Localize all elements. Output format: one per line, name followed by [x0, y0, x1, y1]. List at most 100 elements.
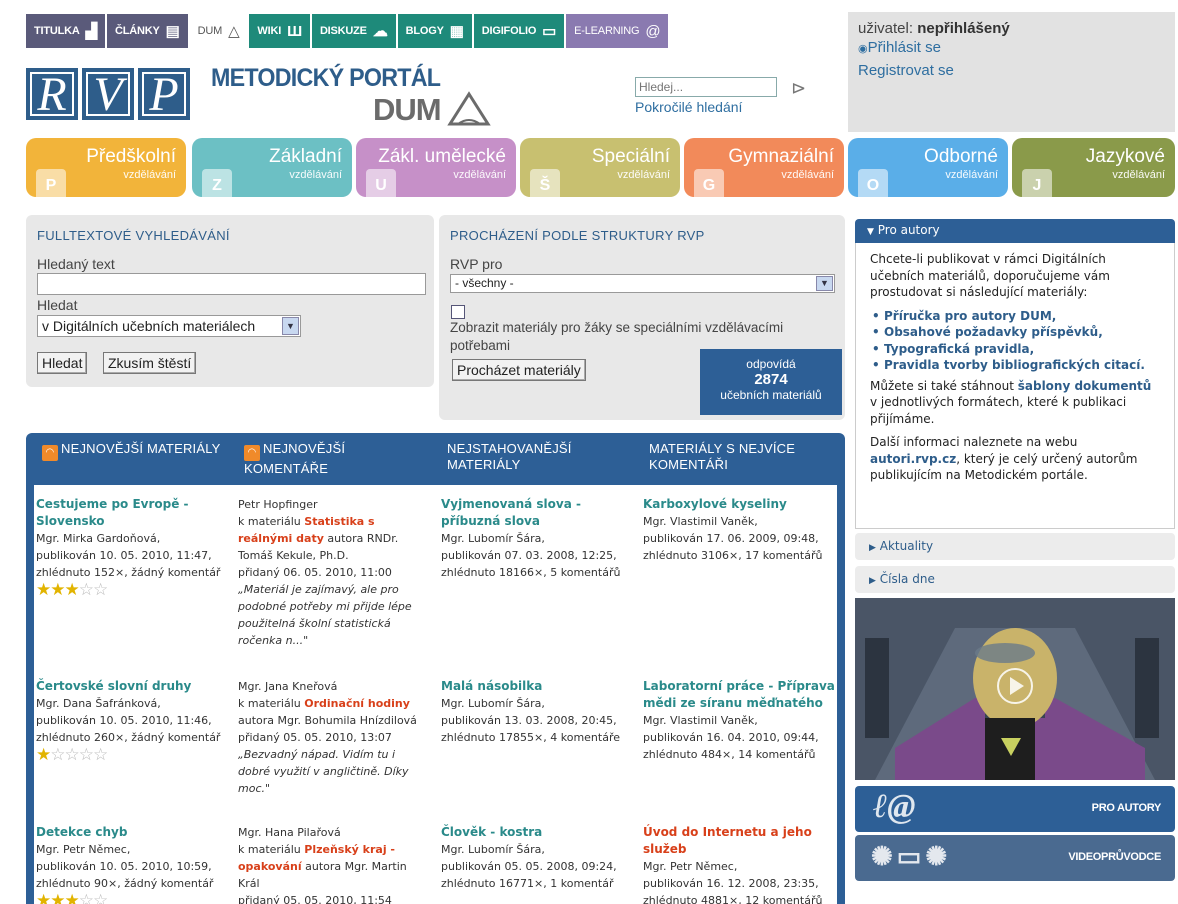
play-icon[interactable] [1003, 674, 1027, 698]
fulltext-input[interactable] [37, 273, 426, 295]
autori-site-link[interactable]: autori.rvp.cz [870, 452, 956, 466]
search-scope-select[interactable]: v Digitálních učebních materiálech ▼ [37, 315, 301, 337]
rating-stars: ★★★☆☆ [36, 892, 231, 904]
content-requirements-link[interactable]: Obsahové požadavky příspěvků, [884, 325, 1103, 339]
templates-link[interactable]: šablony dokumentů [1018, 379, 1152, 393]
nav-tab-label: BLOGY [405, 25, 444, 37]
comment-quote: „Materiál je zajímavý, ale pro podobné p… [238, 583, 412, 647]
templates-paragraph: Můžete si také stáhnout šablony dokument… [870, 378, 1160, 428]
most-downloaded-header: NEJSTAHOVANĚJŠÍ MATERIÁLY [447, 441, 627, 473]
category-specialni[interactable]: Speciální vzdělávání Š [520, 138, 680, 197]
aktuality-toggle[interactable]: ▶ Aktuality [855, 533, 1175, 560]
dropdown-arrow-icon: ▼ [816, 276, 833, 291]
comment-k: k materiálu [238, 843, 301, 856]
register-link[interactable]: Registrovat se [858, 62, 1165, 79]
materials-block: ◠ NEJNOVĚJŠÍ MATERIÁLY ◠ NEJNOVĚJŠÍ KOMENT… [26, 433, 845, 904]
material-title-link[interactable]: Úvod do Internetu a jeho služeb [643, 824, 835, 858]
category-jazykove[interactable]: Jazykové vzdělávání J [1012, 138, 1175, 197]
search-scope-value: v Digitálních učebních materiálech [42, 318, 256, 334]
material-title-link[interactable]: Člověk - kostra [441, 824, 631, 841]
category-letter-icon: U [366, 169, 396, 197]
category-predskolni[interactable]: Předškolní vzdělávání P [26, 138, 186, 197]
videopruvodce-banner[interactable]: ✺▭✺ VIDEOPRŮVODCE [855, 835, 1175, 881]
nav-tab-dum[interactable]: DUM △ [189, 14, 250, 48]
search-button[interactable]: Hledat [37, 352, 88, 374]
material-title-link[interactable]: Vyjmenovaná slova - příbuzná slova [441, 496, 631, 530]
material-title-link[interactable]: Čertovské slovní druhy [36, 678, 231, 695]
rss-icon[interactable]: ◠ [42, 445, 58, 461]
category-letter-icon: G [694, 169, 724, 197]
material-title-link[interactable]: Laboratorní práce - Příprava mědi ze sír… [643, 678, 835, 712]
search-go-icon[interactable]: ⊳ [791, 78, 806, 99]
lucky-button[interactable]: Zkusím štěstí [103, 352, 197, 374]
comment-author: Mgr. Hana Pilařová [238, 826, 341, 839]
document-icon: ▤ [165, 22, 180, 40]
material-author: Mgr. Vlastimil Vaněk, [643, 714, 758, 727]
star-empty-icon: ☆☆ [78, 580, 109, 600]
search-input[interactable] [635, 77, 777, 97]
material-published: publikován 16. 12. 2008, 23:35, [643, 877, 819, 890]
rvp-logo[interactable]: R V P [26, 68, 190, 121]
category-letter-icon: Z [202, 169, 232, 197]
material-title-link[interactable]: Karboxylové kyseliny [643, 496, 835, 513]
pro-autory-header[interactable]: ▼ Pro autory [855, 219, 1175, 243]
count-value: 2874 [754, 371, 788, 388]
nav-tab-clanky[interactable]: ČLÁNKY ▤ [107, 14, 190, 48]
templates-pre: Můžete si také stáhnout [870, 378, 1014, 393]
star-filled-icon: ★★★ [36, 891, 80, 904]
list-item: Člověk - kostra Mgr. Lubomír Šára, publi… [441, 824, 631, 892]
category-odborne[interactable]: Odborné vzdělávání O [848, 138, 1008, 197]
material-published: publikován 07. 03. 2008, 12:25, [441, 549, 617, 562]
login-link[interactable]: ◉Přihlásit se [858, 39, 1165, 56]
rss-icon[interactable]: ◠ [244, 445, 260, 461]
newest-comments-header[interactable]: ◠ NEJNOVĚJŠÍ KOMENTÁŘE [244, 441, 424, 477]
browse-rvp-panel: PROCHÁZENÍ PODLE STRUKTURY RVP RVP pro -… [439, 215, 845, 420]
user-label: uživatel: [858, 20, 914, 37]
nav-tab-titulka[interactable]: TITULKA ▟ [26, 14, 107, 48]
material-stats: zhlédnuto 3106×, 17 komentářů [643, 549, 823, 562]
dropdown-arrow-icon: ▼ [282, 317, 299, 335]
special-needs-checkbox[interactable] [451, 305, 465, 319]
nav-tab-blogy[interactable]: BLOGY ▦ [397, 14, 474, 48]
commented-material-link[interactable]: Ordinační hodiny [304, 697, 410, 710]
newest-materials-header[interactable]: ◠ NEJNOVĚJŠÍ MATERIÁLY [42, 441, 222, 461]
material-title-link[interactable]: Detekce chyb [36, 824, 231, 841]
pro-autory-banner[interactable]: ℓ@ PRO AUTORY [855, 786, 1175, 832]
material-title-link[interactable]: Cestujeme po Evropě - Slovensko [36, 496, 231, 530]
category-zakladni[interactable]: Základní vzdělávání Z [192, 138, 352, 197]
nav-tab-wiki[interactable]: WIKI Ш [249, 14, 312, 48]
fulltext-search-panel: FULLTEXTOVÉ VYHLEDÁVÁNÍ Hledaný text Hle… [26, 215, 434, 387]
comment-date: přidaný 05. 05. 2010, 11:54 [238, 894, 392, 904]
category-title: Předškolní [86, 146, 176, 167]
user-box: uživatel: nepřihlášený ◉Přihlásit se Reg… [848, 12, 1175, 132]
browse-button[interactable]: Procházet materiály [452, 359, 586, 381]
material-published: publikován 10. 05. 2010, 10:59, [36, 860, 212, 873]
home-icon: ▟ [85, 22, 98, 40]
advanced-search-link[interactable]: Pokročilé hledání [635, 99, 742, 115]
material-stats: zhlédnuto 260×, žádný komentář [36, 731, 221, 744]
author-guide-link[interactable]: Příručka pro autory DUM, [884, 309, 1056, 323]
material-author: Mgr. Lubomír Šára, [441, 697, 545, 710]
citation-rules-link[interactable]: Pravidla tvorby bibliografických citací. [884, 358, 1145, 372]
video-player[interactable] [855, 598, 1175, 780]
portal-title: METODICKÝ PORTÁL [211, 64, 441, 92]
rvp-select[interactable]: - všechny - ▼ [450, 274, 835, 293]
category-letter-icon: J [1022, 169, 1052, 197]
logo-letter: P [138, 68, 190, 121]
nav-tab-elearning[interactable]: E-LEARNING @ [566, 14, 671, 48]
rvp-label: RVP pro [450, 256, 503, 272]
nav-tab-diskuze[interactable]: DISKUZE ☁ [311, 14, 398, 48]
list-item: Laboratorní práce - Příprava mědi ze sír… [643, 678, 835, 763]
material-title-link[interactable]: Malá násobilka [441, 678, 631, 695]
list-item: Obsahové požadavky příspěvků, [870, 324, 1160, 341]
nav-tab-digifolio[interactable]: DIGIFOLIO ▭ [473, 14, 567, 48]
list-item: Vyjmenovaná slova - příbuzná slova Mgr. … [441, 496, 631, 581]
cisla-dne-toggle[interactable]: ▶ Čísla dne [855, 566, 1175, 593]
search-text-label: Hledaný text [37, 256, 115, 272]
category-gymnazialni[interactable]: Gymnaziální vzdělávání G [684, 138, 844, 197]
category-zakl-umelecke[interactable]: Zákl. umělecké vzdělávání U [356, 138, 516, 197]
at-sign-icon: ℓ@ [873, 788, 916, 825]
film-reel-icon: ✺▭✺ [871, 841, 952, 871]
star-filled-icon: ★ [36, 745, 51, 765]
typography-rules-link[interactable]: Typografická pravidla, [884, 342, 1034, 356]
